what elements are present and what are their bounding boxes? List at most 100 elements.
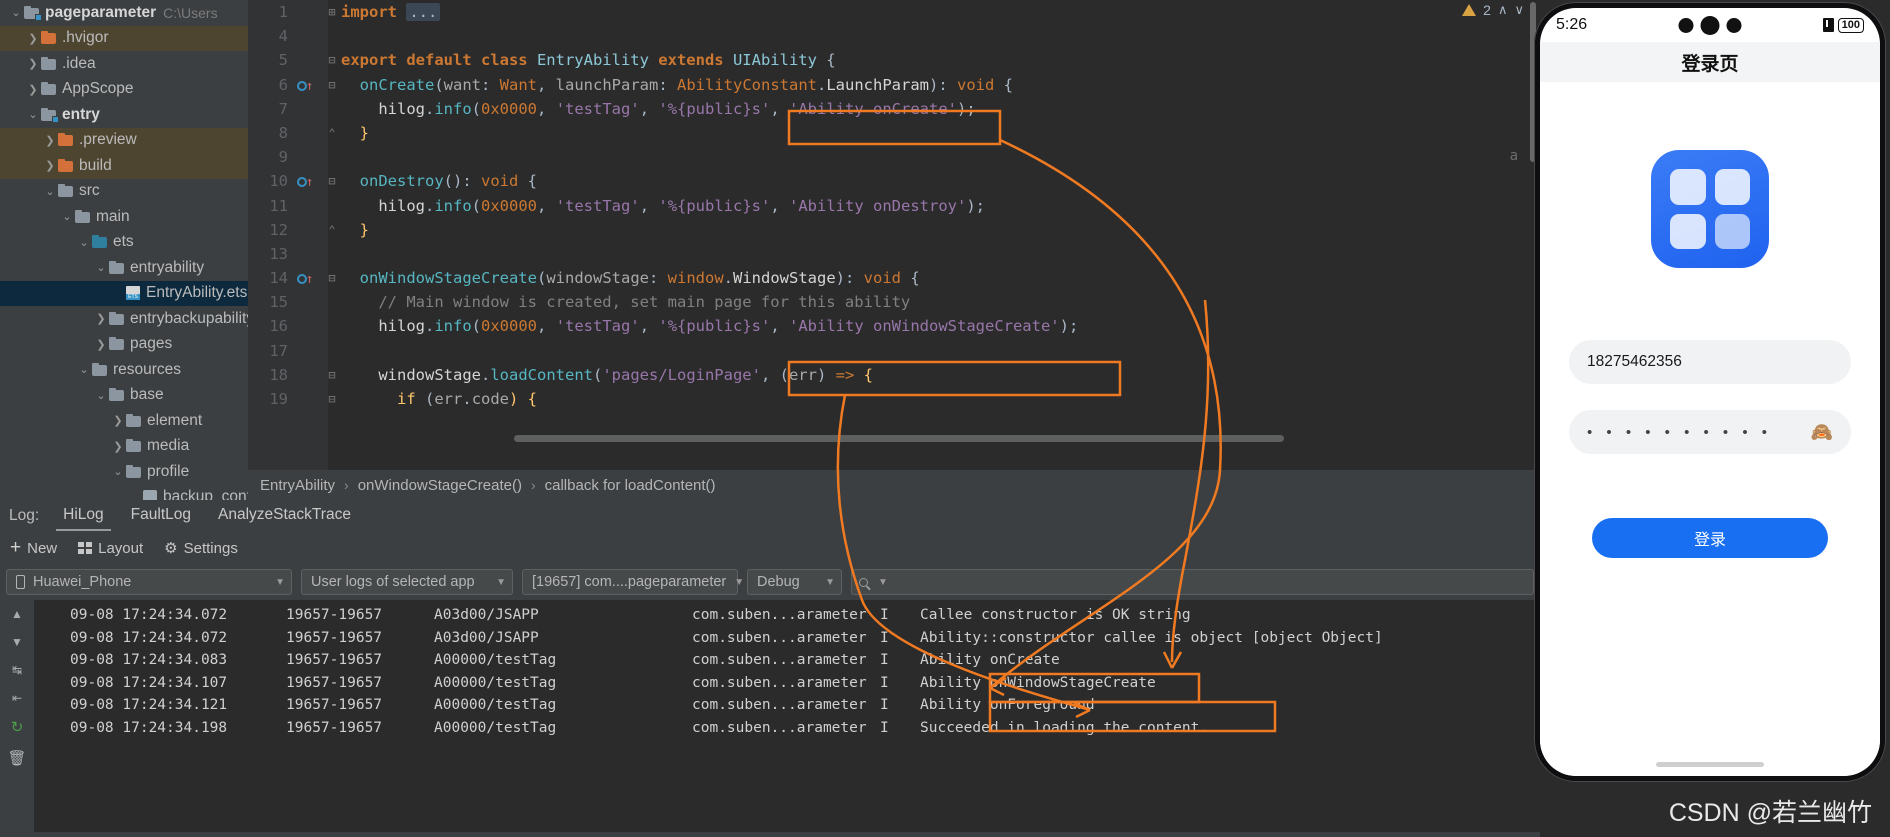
tree-item-profile[interactable]: ⌄ profile [0,459,248,485]
chevron-down-icon[interactable]: ⌄ [25,108,41,121]
code-editor[interactable]: 1 ⊞ import ... 4 5 ⊟ export default class Entr… [248,0,1540,470]
tree-item-entrybackupability[interactable]: ❯ entrybackupability [0,306,248,332]
chevron-down-icon[interactable]: ∨ [1514,2,1524,18]
tree-item-main[interactable]: ⌄ main [0,204,248,230]
code-line[interactable]: 15 // Main window is created, set main p… [248,290,1540,314]
tree-item-resources[interactable]: ⌄ resources [0,357,248,383]
scroll-down-icon[interactable]: ▼ [11,636,23,648]
chevron-right-icon[interactable]: ❯ [25,83,41,96]
tree-item-entry[interactable]: ⌄ entry [0,102,248,128]
fold-collapse-icon[interactable]: ⊟ [324,266,340,290]
settings-button[interactable]: ⚙ Settings [164,539,238,558]
chevron-down-icon[interactable]: ⌄ [110,465,126,478]
log-entries-table[interactable]: 09-08 17:24:34.072 19657-19657 A03d00/JSAP… [34,600,1540,832]
log-action-bar[interactable]: + New Layout ⚙ Settings [0,532,1540,564]
code-line[interactable]: 19 ⊟ if (err.code) { [248,387,1540,411]
chevron-down-icon[interactable]: ⌄ [76,236,92,249]
eye-off-icon[interactable]: 🙈 [1811,422,1833,443]
breadcrumb-item-1[interactable]: onWindowStageCreate() [358,477,522,494]
log-row[interactable]: 09-08 17:24:34.107 19657-19657 A00000/test… [34,672,1540,695]
editor-inspection-widget[interactable]: 2 ∧ ∨ [1462,2,1524,18]
trash-icon[interactable]: 🗑 [7,751,26,766]
soft-wrap-icon[interactable]: ↹ [12,664,22,676]
chevron-right-icon[interactable]: ❯ [93,312,109,325]
code-line[interactable]: 10 ↑ ⊟ onDestroy(): void { [248,169,1540,193]
chevron-right-icon[interactable]: ❯ [93,338,109,351]
chevron-down-icon[interactable]: ⌄ [93,261,109,274]
log-row[interactable]: 09-08 17:24:34.121 19657-19657 A00000/test… [34,694,1540,717]
tree-item-src[interactable]: ⌄ src [0,179,248,205]
code-lines[interactable]: 1 ⊞ import ... 4 5 ⊟ export default class Entr… [248,0,1540,470]
scroll-up-icon[interactable]: ▲ [11,608,23,620]
code-line[interactable]: 5 ⊟ export default class EntryAbility exte… [248,48,1540,72]
fold-collapse-icon[interactable]: ⌃ [324,218,340,242]
code-line[interactable]: 18 ⊟ windowStage.loadContent('pages/Login… [248,363,1540,387]
breadcrumb-item-0[interactable]: EntryAbility [260,477,335,494]
code-line[interactable]: 17 [248,339,1540,363]
tree-item-ets[interactable]: ⌄ ets [0,230,248,256]
tree-item-media[interactable]: ❯ media [0,434,248,460]
tab-analyzestacktrace[interactable]: AnalyzeStackTrace [215,502,354,531]
code-line[interactable]: 11 hilog.info(0x0000, 'testTag', '%{publ… [248,194,1540,218]
fold-collapse-icon[interactable]: ⊟ [324,48,340,72]
process-select[interactable]: [19657] com....pageparameter ▼ [522,569,744,595]
chevron-down-icon[interactable]: ⌄ [59,210,75,223]
device-select[interactable]: Huawei_Phone ▼ [6,569,292,595]
chevron-right-icon[interactable]: ❯ [25,57,41,70]
tree-item-entryability[interactable]: ⌄ entryability [0,255,248,281]
breadcrumb-item-2[interactable]: callback for loadContent() [545,477,716,494]
tree-item-base[interactable]: ⌄ base [0,383,248,409]
tree-item-idea[interactable]: ❯ .idea [0,51,248,77]
chevron-right-icon[interactable]: ❯ [110,414,126,427]
tree-item-pages[interactable]: ❯ pages [0,332,248,358]
restart-icon[interactable]: ↻ [11,720,24,735]
chevron-up-icon[interactable]: ∧ [1498,2,1508,18]
code-line[interactable]: 8 ⌃ } [248,121,1540,145]
code-line[interactable]: 12 ⌃ } [248,218,1540,242]
fold-collapse-icon[interactable]: ⊟ [324,169,340,193]
tree-item-pageparameter[interactable]: ⌄ pageparameter C:\Users [0,0,248,26]
code-line[interactable]: 16 hilog.info(0x0000, 'testTag', '%{publ… [248,314,1540,338]
code-line[interactable]: 14 ↑ ⊟ onWindowStageCreate(windowStage: wi… [248,266,1540,290]
editor-horizontal-scrollbar[interactable] [514,435,1284,442]
chevron-down-icon[interactable]: ⌄ [8,6,24,19]
run-gutter-icon[interactable]: ↑ [296,266,314,292]
code-line[interactable]: 1 ⊞ import ... [248,0,1540,24]
breadcrumb[interactable]: EntryAbility › onWindowStageCreate() › c… [248,470,1540,500]
log-row[interactable]: 09-08 17:24:34.072 19657-19657 A03d00/JSAP… [34,627,1540,650]
chevron-right-icon[interactable]: ❯ [25,32,41,45]
layout-button[interactable]: Layout [78,540,143,557]
tree-item-backupconfigjson5[interactable]: backup_config.json5 [0,485,248,500]
log-side-toolbar[interactable]: ▲ ▼ ↹ ⇤ ↻ 🗑 [0,600,34,832]
log-tab-bar[interactable]: Log: HiLog FaultLog AnalyzeStackTrace [0,500,1540,532]
fold-collapse-icon[interactable]: ⊟ [324,73,340,97]
chevron-right-icon[interactable]: ❯ [42,159,58,172]
code-line[interactable]: 4 [248,24,1540,48]
tree-item-build[interactable]: ❯ build [0,153,248,179]
tree-item-element[interactable]: ❯ element [0,408,248,434]
code-line[interactable]: 7 hilog.info(0x0000, 'testTag', '%{publi… [248,97,1540,121]
log-source-select[interactable]: User logs of selected app ▼ [301,569,513,595]
phone-number-input[interactable]: 18275462356 [1569,340,1851,384]
log-row[interactable]: 09-08 17:24:34.083 19657-19657 A00000/test… [34,649,1540,672]
code-line[interactable]: 9 [248,145,1540,169]
tree-item-entryabilityets[interactable]: EntryAbility.ets [0,280,248,306]
password-input[interactable]: • • • • • • • • • • 🙈 [1569,410,1851,454]
tab-faultlog[interactable]: FaultLog [128,502,194,531]
tree-item-preview[interactable]: ❯ .preview [0,127,248,153]
chevron-right-icon[interactable]: ❯ [42,134,58,147]
log-row[interactable]: 09-08 17:24:34.198 19657-19657 A00000/test… [34,717,1540,740]
log-filter-bar[interactable]: Huawei_Phone ▼ User logs of selected app… [0,564,1540,600]
scroll-to-end-icon[interactable]: ⇤ [12,692,22,704]
fold-collapse-icon[interactable]: ⊟ [324,387,340,411]
fold-expand-icon[interactable]: ⊞ [324,0,340,24]
login-button[interactable]: 登录 [1592,518,1828,558]
log-search-box[interactable]: ▼ [851,569,1534,595]
chevron-right-icon[interactable]: ❯ [110,440,126,453]
fold-collapse-icon[interactable]: ⌃ [324,121,340,145]
chevron-down-icon[interactable]: ⌄ [93,389,109,402]
log-level-select[interactable]: Debug ▼ [747,569,842,595]
chevron-down-icon[interactable]: ⌄ [42,185,58,198]
log-row[interactable]: 09-08 17:24:34.072 19657-19657 A03d00/JSAP… [34,604,1540,627]
code-line[interactable]: 13 [248,242,1540,266]
